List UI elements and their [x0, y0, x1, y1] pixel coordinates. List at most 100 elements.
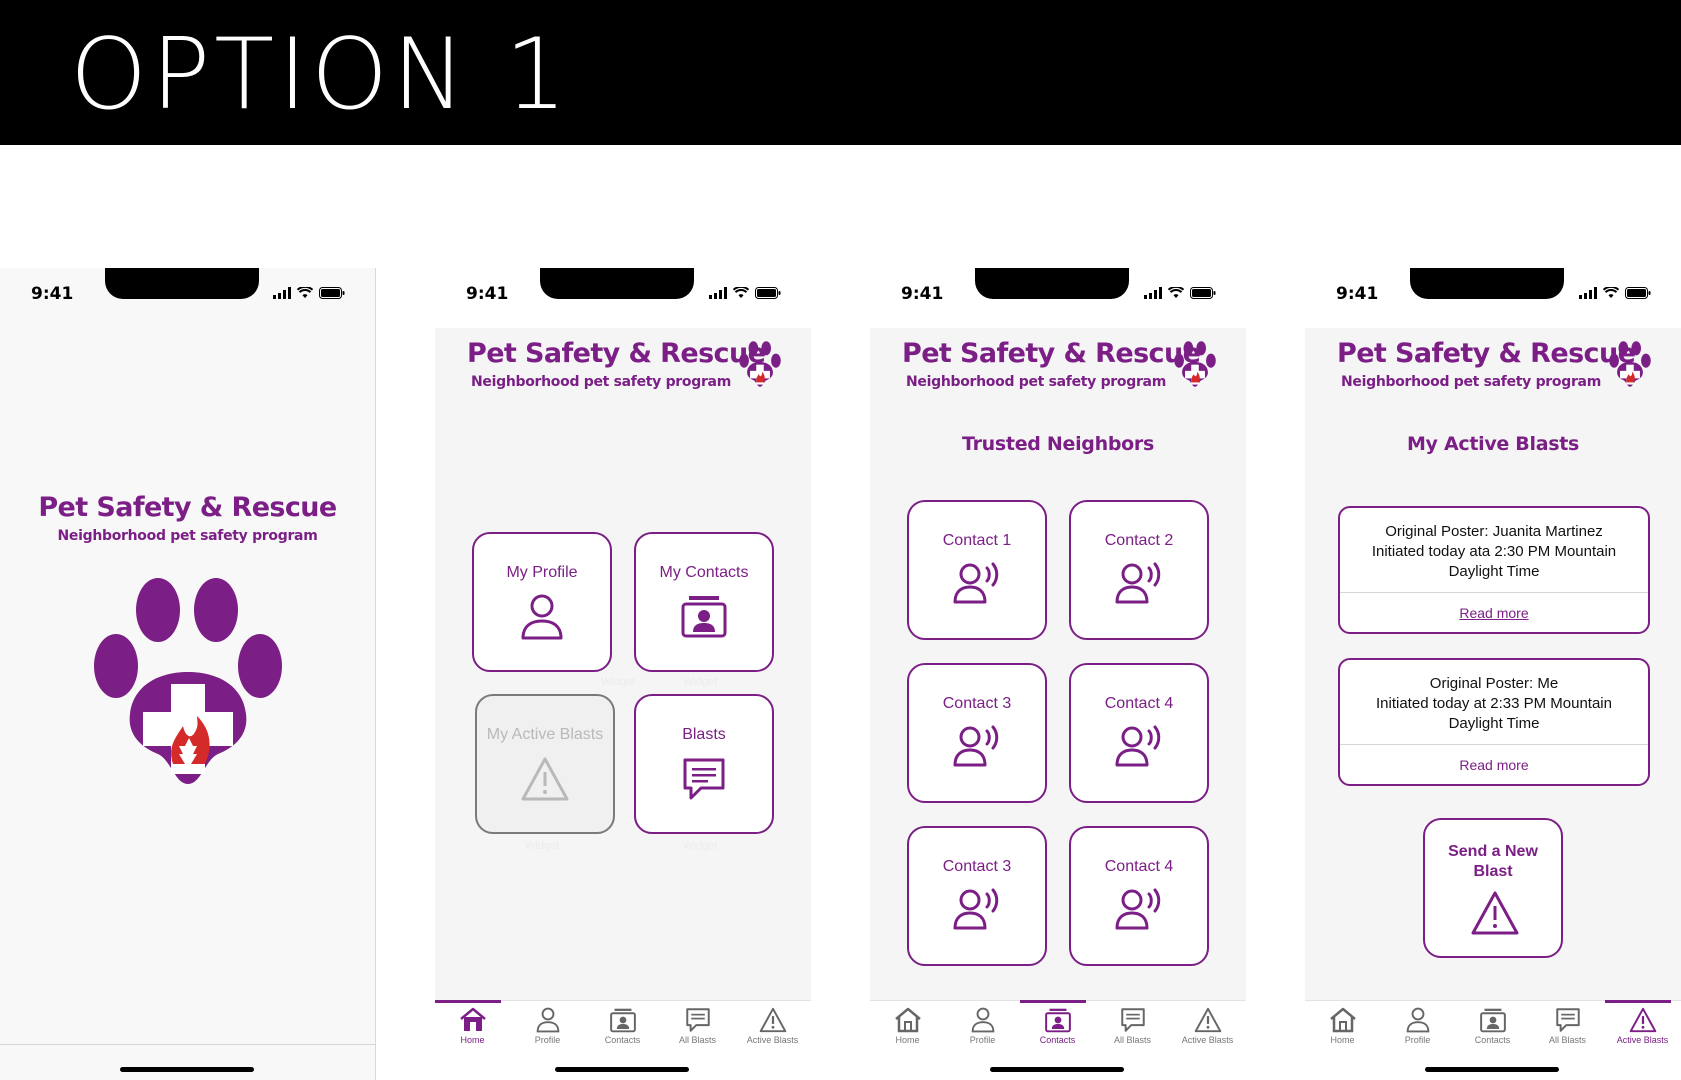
user-icon — [521, 594, 563, 640]
signal-icon — [709, 287, 727, 299]
status-time: 9:41 — [1336, 284, 1379, 304]
home-indicator[interactable] — [120, 1067, 254, 1072]
signal-icon — [1144, 287, 1162, 299]
tab-label: Profile — [969, 1035, 996, 1045]
contact-broadcast-icon — [1115, 725, 1161, 767]
status-time: 9:41 — [31, 284, 74, 304]
splash-title: Pet Safety & Rescue — [38, 492, 337, 523]
battery-icon — [319, 287, 345, 299]
status-bar: 9:41 — [435, 268, 811, 328]
my-contacts-tile[interactable]: My Contacts — [634, 532, 774, 672]
tab-active-blasts[interactable]: Active Blasts — [1605, 1000, 1680, 1061]
tab-profile[interactable]: Profile — [510, 1001, 585, 1061]
contact-tile[interactable]: Contact 4 — [1069, 663, 1209, 803]
tab-active-blasts[interactable]: Active Blasts — [1170, 1001, 1245, 1061]
wifi-icon — [297, 287, 313, 298]
contact-broadcast-icon — [1115, 888, 1161, 930]
battery-icon — [1625, 287, 1651, 299]
warning-icon — [759, 1007, 786, 1033]
chat-icon — [685, 1008, 710, 1032]
tab-profile[interactable]: Profile — [945, 1001, 1020, 1061]
tab-active-blasts[interactable]: Active Blasts — [735, 1001, 810, 1061]
blasts-tile[interactable]: Blasts — [634, 694, 774, 834]
blast-card: Original Poster: Me Initiated today at 2… — [1338, 658, 1650, 786]
tile-label: Blasts — [682, 726, 726, 743]
my-profile-tile[interactable]: My Profile — [472, 532, 612, 672]
read-more-label: Read more — [1459, 605, 1529, 621]
send-new-blast-button[interactable]: Send a New Blast — [1423, 818, 1563, 958]
contact-name: Contact 4 — [1104, 695, 1174, 712]
status-icons — [1144, 287, 1216, 299]
contact-card-icon — [1479, 1008, 1506, 1033]
tab-home[interactable]: Home — [435, 1000, 510, 1061]
read-more-label: Read more — [1459, 757, 1529, 773]
widget-caption: Widget — [601, 676, 636, 688]
banner-title: OPTION 1 — [70, 18, 571, 132]
tab-label: Home — [895, 1035, 920, 1045]
app-header: Pet Safety & Rescue Neighborhood pet saf… — [870, 328, 1246, 408]
read-more-link[interactable]: Read more — [1340, 592, 1648, 632]
contact-card-icon — [1044, 1008, 1071, 1033]
contact-name: Contact 3 — [942, 695, 1012, 712]
splash-subtitle: Neighborhood pet safety program — [57, 528, 318, 544]
app-header: Pet Safety & Rescue Neighborhood pet saf… — [435, 328, 811, 408]
tab-home[interactable]: Home — [870, 1001, 945, 1061]
blast-initiated: Initiated today ata 2:30 PM Mountain Day… — [1371, 543, 1617, 580]
tab-contacts[interactable]: Contacts — [1455, 1001, 1530, 1061]
app-header: Pet Safety & Rescue Neighborhood pet saf… — [1305, 328, 1681, 408]
tab-label: Active Blasts — [746, 1035, 799, 1045]
user-icon — [536, 1007, 559, 1033]
home-indicator[interactable] — [555, 1067, 689, 1072]
tile-label: My Contacts — [659, 564, 749, 581]
home-indicator[interactable] — [990, 1067, 1124, 1072]
contact-name: Contact 2 — [1104, 532, 1174, 549]
app-title: Pet Safety & Rescue — [467, 338, 766, 369]
status-time: 9:41 — [466, 284, 509, 304]
splash-screen: 9:41 Pet Safety & Rescue Neighborhood pe… — [0, 268, 376, 1080]
tab-profile[interactable]: Profile — [1380, 1001, 1455, 1061]
read-more-link[interactable]: Read more — [1340, 744, 1648, 784]
tab-all-blasts[interactable]: All Blasts — [660, 1001, 735, 1061]
battery-icon — [755, 287, 781, 299]
contact-card-icon — [681, 596, 727, 638]
contact-tile[interactable]: Contact 3 — [907, 826, 1047, 966]
contact-broadcast-icon — [953, 562, 999, 604]
my-active-blasts-tile[interactable]: My Active Blasts — [475, 694, 615, 834]
contact-tile[interactable]: Contact 1 — [907, 500, 1047, 640]
option-banner: OPTION 1 — [0, 0, 1681, 145]
tab-all-blasts[interactable]: All Blasts — [1095, 1001, 1170, 1061]
warning-icon — [1194, 1007, 1221, 1033]
contact-tile[interactable]: Contact 2 — [1069, 500, 1209, 640]
warning-icon — [1471, 891, 1519, 935]
wifi-icon — [733, 287, 749, 298]
status-time: 9:41 — [901, 284, 944, 304]
home-indicator[interactable] — [1425, 1067, 1559, 1072]
status-bar: 9:41 — [0, 268, 375, 328]
tab-contacts[interactable]: Contacts — [585, 1001, 660, 1061]
tab-label: Profile — [1404, 1035, 1431, 1045]
paw-logo-icon — [1609, 341, 1651, 387]
status-icons — [273, 287, 345, 299]
wifi-icon — [1168, 287, 1184, 298]
contact-broadcast-icon — [953, 725, 999, 767]
contact-tile[interactable]: Contact 3 — [907, 663, 1047, 803]
tab-home[interactable]: Home — [1305, 1001, 1380, 1061]
chat-icon — [1120, 1008, 1145, 1032]
home-icon — [894, 1007, 921, 1033]
tab-contacts[interactable]: Contacts — [1020, 1000, 1095, 1061]
wifi-icon — [1603, 287, 1619, 298]
contact-name: Contact 1 — [942, 532, 1012, 549]
paw-rescue-logo-icon — [94, 578, 282, 784]
paw-logo-icon — [1174, 341, 1216, 387]
status-bar: 9:41 — [1305, 268, 1681, 328]
page-title: My Active Blasts — [1406, 433, 1580, 455]
blast-initiated: Initiated today at 2:33 PM Mountain Dayl… — [1376, 695, 1612, 732]
page-title: Trusted Neighbors — [962, 433, 1154, 455]
tile-label: My Active Blasts — [486, 726, 604, 743]
tile-label: My Profile — [506, 564, 578, 581]
blast-body: Original Poster: Me Initiated today at 2… — [1340, 660, 1648, 744]
tab-label: Contacts — [1039, 1035, 1076, 1045]
contact-tile[interactable]: Contact 4 — [1069, 826, 1209, 966]
tab-all-blasts[interactable]: All Blasts — [1530, 1001, 1605, 1061]
tab-label: Contacts — [1474, 1035, 1511, 1045]
